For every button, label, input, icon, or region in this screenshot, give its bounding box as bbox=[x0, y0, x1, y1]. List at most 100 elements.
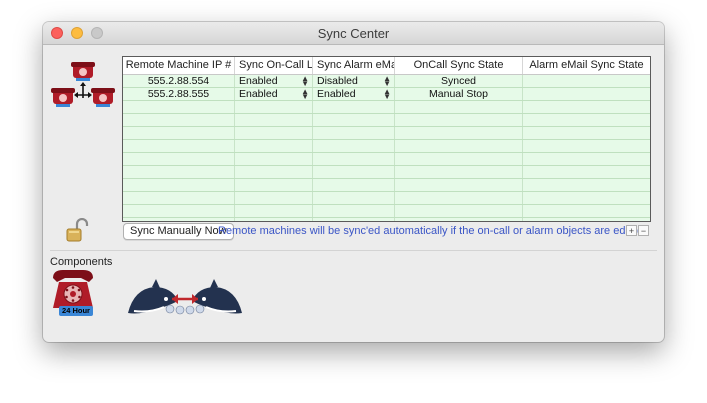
table-row-empty[interactable] bbox=[123, 218, 650, 221]
column-header-sync-alarm[interactable]: Sync Alarm eMail bbox=[313, 57, 395, 74]
empty-cell bbox=[123, 101, 235, 113]
empty-cell bbox=[523, 166, 650, 178]
divider bbox=[50, 250, 657, 251]
title-bar: Sync Center bbox=[43, 22, 664, 45]
ip-cell: 555.2.88.555 bbox=[123, 88, 235, 100]
column-header-ip[interactable]: Remote Machine IP # bbox=[123, 57, 235, 74]
window-title: Sync Center bbox=[317, 26, 390, 41]
sync-alarm-value: Enabled bbox=[317, 88, 356, 100]
24-hour-badge: 24 Hour bbox=[59, 306, 93, 316]
alarm-state-cell bbox=[523, 75, 650, 87]
empty-cell bbox=[123, 153, 235, 165]
remove-button[interactable]: − bbox=[638, 225, 649, 236]
empty-cell bbox=[235, 192, 313, 204]
empty-cell bbox=[313, 218, 395, 221]
empty-cell bbox=[235, 127, 313, 139]
column-header-alarm-state[interactable]: Alarm eMail Sync State bbox=[523, 57, 650, 74]
empty-cell bbox=[395, 127, 523, 139]
column-header-sync-oncall[interactable]: Sync On-Call List bbox=[235, 57, 313, 74]
empty-cell bbox=[395, 166, 523, 178]
empty-rows bbox=[123, 101, 650, 221]
empty-cell bbox=[313, 153, 395, 165]
empty-cell bbox=[123, 205, 235, 217]
unlocked-padlock-icon[interactable] bbox=[65, 218, 89, 242]
table-row-empty[interactable] bbox=[123, 101, 650, 114]
table-row-empty[interactable] bbox=[123, 192, 650, 205]
empty-cell bbox=[123, 179, 235, 191]
empty-cell bbox=[395, 140, 523, 152]
empty-cell bbox=[313, 140, 395, 152]
empty-cell bbox=[235, 205, 313, 217]
empty-cell bbox=[395, 218, 523, 221]
empty-cell bbox=[523, 101, 650, 113]
empty-cell bbox=[123, 114, 235, 126]
empty-cell bbox=[313, 205, 395, 217]
table-row-empty[interactable] bbox=[123, 114, 650, 127]
ip-cell: 555.2.88.554 bbox=[123, 75, 235, 87]
oncall-state-cell: Synced bbox=[395, 75, 523, 87]
empty-cell bbox=[395, 179, 523, 191]
empty-cell bbox=[235, 179, 313, 191]
components-label: Components bbox=[50, 256, 113, 268]
table-row-empty[interactable] bbox=[123, 140, 650, 153]
sync-alarm-popup[interactable]: Enabled ▲ ▼ bbox=[313, 88, 395, 100]
empty-cell bbox=[395, 153, 523, 165]
sync-alarm-value: Disabled bbox=[317, 75, 358, 87]
empty-cell bbox=[523, 127, 650, 139]
sync-manually-now-button[interactable]: Sync Manually Now bbox=[123, 223, 234, 240]
red-phones-network-icon bbox=[51, 62, 115, 107]
column-header-oncall-state[interactable]: OnCall Sync State bbox=[395, 57, 523, 74]
empty-cell bbox=[523, 218, 650, 221]
add-button[interactable]: + bbox=[626, 225, 637, 236]
empty-cell bbox=[523, 205, 650, 217]
empty-cell bbox=[123, 140, 235, 152]
table-header: Remote Machine IP # Sync On-Call List Sy… bbox=[123, 57, 650, 75]
empty-cell bbox=[523, 114, 650, 126]
empty-cell bbox=[395, 101, 523, 113]
empty-cell bbox=[523, 140, 650, 152]
popup-arrows-icon: ▲ ▼ bbox=[301, 88, 309, 100]
auto-sync-notice: Remote machines will be sync'ed automati… bbox=[218, 225, 644, 237]
sync-oncall-value: Enabled bbox=[239, 88, 278, 100]
empty-cell bbox=[523, 153, 650, 165]
empty-cell bbox=[313, 114, 395, 126]
empty-cell bbox=[123, 127, 235, 139]
empty-cell bbox=[395, 205, 523, 217]
table-row-empty[interactable] bbox=[123, 179, 650, 192]
empty-cell bbox=[523, 179, 650, 191]
empty-cell bbox=[235, 114, 313, 126]
sync-oncall-value: Enabled bbox=[239, 75, 278, 87]
table-row-empty[interactable] bbox=[123, 166, 650, 179]
empty-cell bbox=[235, 218, 313, 221]
sync-center-window: Sync Center Remote Machine IP # Sync On-… bbox=[43, 22, 664, 342]
empty-cell bbox=[313, 192, 395, 204]
popup-arrows-icon: ▲ ▼ bbox=[383, 75, 391, 87]
sync-table: Remote Machine IP # Sync On-Call List Sy… bbox=[122, 56, 651, 222]
empty-cell bbox=[123, 166, 235, 178]
sync-oncall-popup[interactable]: Enabled ▲ ▼ bbox=[235, 88, 313, 100]
oncall-state-cell: Manual Stop bbox=[395, 88, 523, 100]
empty-cell bbox=[235, 153, 313, 165]
table-body: 555.2.88.554 Enabled ▲ ▼ Disabled ▲ ▼ Synced… bbox=[123, 75, 650, 221]
sync-alarm-popup[interactable]: Disabled ▲ ▼ bbox=[313, 75, 395, 87]
table-row-empty[interactable] bbox=[123, 153, 650, 166]
empty-cell bbox=[313, 166, 395, 178]
table-row[interactable]: 555.2.88.555 Enabled ▲ ▼ Enabled ▲ ▼ Manual … bbox=[123, 88, 650, 101]
table-row-empty[interactable] bbox=[123, 127, 650, 140]
table-row[interactable]: 555.2.88.554 Enabled ▲ ▼ Disabled ▲ ▼ Synced bbox=[123, 75, 650, 88]
empty-cell bbox=[123, 218, 235, 221]
empty-cell bbox=[235, 166, 313, 178]
empty-cell bbox=[235, 101, 313, 113]
whale-sync-icon[interactable] bbox=[126, 279, 244, 319]
empty-cell bbox=[235, 140, 313, 152]
empty-cell bbox=[313, 101, 395, 113]
empty-cell bbox=[123, 192, 235, 204]
empty-cell bbox=[395, 192, 523, 204]
popup-arrows-icon: ▲ ▼ bbox=[301, 75, 309, 87]
empty-cell bbox=[523, 192, 650, 204]
table-row-empty[interactable] bbox=[123, 205, 650, 218]
sync-oncall-popup[interactable]: Enabled ▲ ▼ bbox=[235, 75, 313, 87]
popup-arrows-icon: ▲ ▼ bbox=[383, 88, 391, 100]
empty-cell bbox=[313, 179, 395, 191]
empty-cell bbox=[313, 127, 395, 139]
